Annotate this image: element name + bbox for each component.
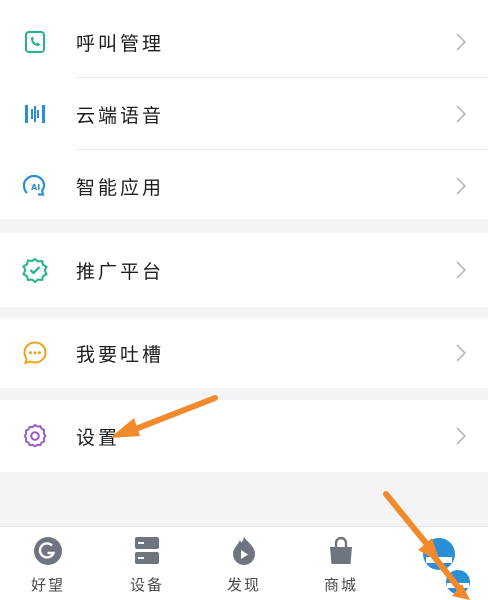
menu-item-call-management[interactable]: 呼叫管理	[0, 8, 488, 76]
gear-icon	[22, 423, 48, 449]
tab-label: 好望	[30, 576, 65, 594]
tab-shop[interactable]: 商城	[301, 527, 381, 600]
voice-wave-icon	[22, 101, 48, 127]
menu-item-cloud-voice[interactable]: 云端语音	[0, 80, 488, 148]
bottom-tab-bar: 好望 设备 发现 商城	[0, 526, 488, 600]
menu-group-promotion: 推广平台	[0, 233, 488, 307]
svg-text:AI: AI	[31, 183, 40, 192]
menu-item-feedback[interactable]: 我要吐槽	[0, 319, 488, 387]
shop-bag-icon	[325, 535, 357, 567]
discover-icon	[228, 535, 260, 567]
phone-card-icon	[22, 29, 48, 55]
tab-label: 商城	[323, 576, 358, 594]
tab-label: 设备	[129, 576, 164, 594]
haowang-logo-icon	[32, 535, 64, 567]
menu-group-feedback: 我要吐槽	[0, 318, 488, 388]
menu-item-smart-apps[interactable]: AI 智能应用	[0, 152, 488, 220]
menu-item-label: 设置	[76, 426, 121, 449]
menu-item-settings[interactable]: 设置	[0, 402, 488, 470]
chevron-right-icon	[454, 32, 468, 52]
menu-group-settings: 设置	[0, 400, 488, 472]
menu-item-label: 我要吐槽	[76, 343, 165, 366]
tab-discover[interactable]: 发现	[204, 527, 284, 600]
menu-group-services: 呼叫管理 云端语音 AI 智能应用	[0, 0, 488, 219]
chevron-right-icon	[454, 343, 468, 363]
chevron-right-icon	[454, 176, 468, 196]
tab-label: 发现	[226, 576, 261, 594]
menu-item-label: 智能应用	[76, 176, 165, 199]
chevron-right-icon	[454, 260, 468, 280]
chat-bubble-icon	[22, 340, 48, 366]
menu-item-label: 推广平台	[76, 260, 165, 283]
avatar-icon	[445, 569, 471, 599]
chevron-right-icon	[454, 104, 468, 124]
verified-badge-icon	[22, 257, 48, 283]
divider	[76, 149, 488, 150]
tab-haowang[interactable]: 好望	[8, 527, 88, 600]
menu-item-label: 呼叫管理	[76, 32, 165, 55]
ai-head-icon: AI	[22, 173, 48, 199]
tab-profile[interactable]	[400, 527, 488, 600]
divider	[76, 77, 488, 78]
device-icon	[131, 535, 163, 567]
menu-item-promotion-platform[interactable]: 推广平台	[0, 236, 488, 304]
menu-item-label: 云端语音	[76, 104, 165, 127]
tab-devices[interactable]: 设备	[107, 527, 187, 600]
chevron-right-icon	[454, 426, 468, 446]
